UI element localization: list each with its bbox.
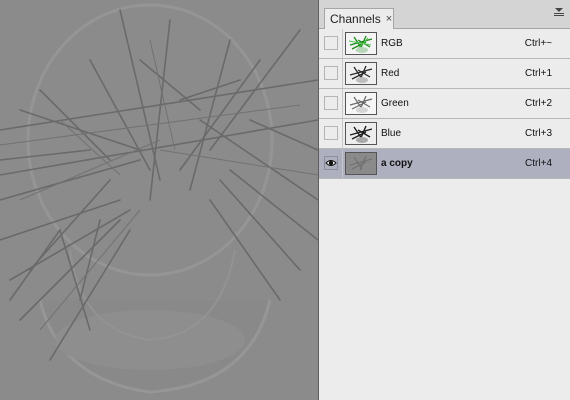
plant-thumbnail-icon [346, 63, 376, 84]
channel-shortcut: Ctrl+4 [525, 158, 552, 169]
dill-image [0, 0, 318, 400]
row-divider [342, 89, 343, 118]
plant-thumbnail-icon [346, 153, 376, 174]
visibility-toggle[interactable] [324, 96, 338, 110]
channel-row-rgb[interactable]: RGB Ctrl+~ [319, 29, 570, 59]
plant-thumbnail-icon [346, 123, 376, 144]
channel-list: RGB Ctrl+~ Red Ctrl+1 Green Ctrl+2 Blue … [319, 29, 570, 179]
channel-thumbnail-green [345, 92, 377, 115]
row-divider [342, 29, 343, 58]
channel-row-green[interactable]: Green Ctrl+2 [319, 89, 570, 119]
channel-row-red[interactable]: Red Ctrl+1 [319, 59, 570, 89]
visibility-toggle[interactable] [324, 126, 338, 140]
channel-thumbnail-rgb [345, 32, 377, 55]
channel-row-blue[interactable]: Blue Ctrl+3 [319, 119, 570, 149]
panel-menu-icon[interactable] [554, 6, 564, 16]
close-icon[interactable]: × [386, 13, 392, 25]
plant-thumbnail-icon [346, 93, 376, 114]
channels-panel: Channels × RGB Ctrl+~ Red Ctrl+1 Green C… [318, 0, 570, 400]
eye-icon [325, 160, 337, 166]
channel-name: RGB [381, 38, 403, 49]
row-divider [342, 119, 343, 148]
channel-shortcut: Ctrl+2 [525, 98, 552, 109]
channel-row-a-copy[interactable]: a copy Ctrl+4 [319, 149, 570, 179]
channel-name: Green [381, 98, 409, 109]
channel-thumbnail-a-copy [345, 152, 377, 175]
tab-channels[interactable]: Channels × [324, 8, 394, 29]
row-divider [342, 59, 343, 88]
channel-name: Blue [381, 128, 402, 139]
panel-tab-bar: Channels × [319, 0, 570, 29]
document-canvas[interactable] [0, 0, 318, 400]
channel-shortcut: Ctrl+3 [525, 128, 552, 139]
channel-shortcut: Ctrl+1 [525, 68, 552, 79]
channel-thumbnail-blue [345, 122, 377, 145]
channel-name: Red [381, 68, 400, 79]
channel-thumbnail-red [345, 62, 377, 85]
channel-name: a copy [381, 158, 413, 169]
visibility-toggle[interactable] [324, 66, 338, 80]
visibility-toggle[interactable] [324, 156, 338, 170]
tab-channels-label: Channels [330, 12, 381, 26]
plant-thumbnail-icon [346, 33, 376, 54]
visibility-toggle[interactable] [324, 36, 338, 50]
channel-shortcut: Ctrl+~ [524, 38, 552, 49]
row-divider [342, 149, 343, 178]
